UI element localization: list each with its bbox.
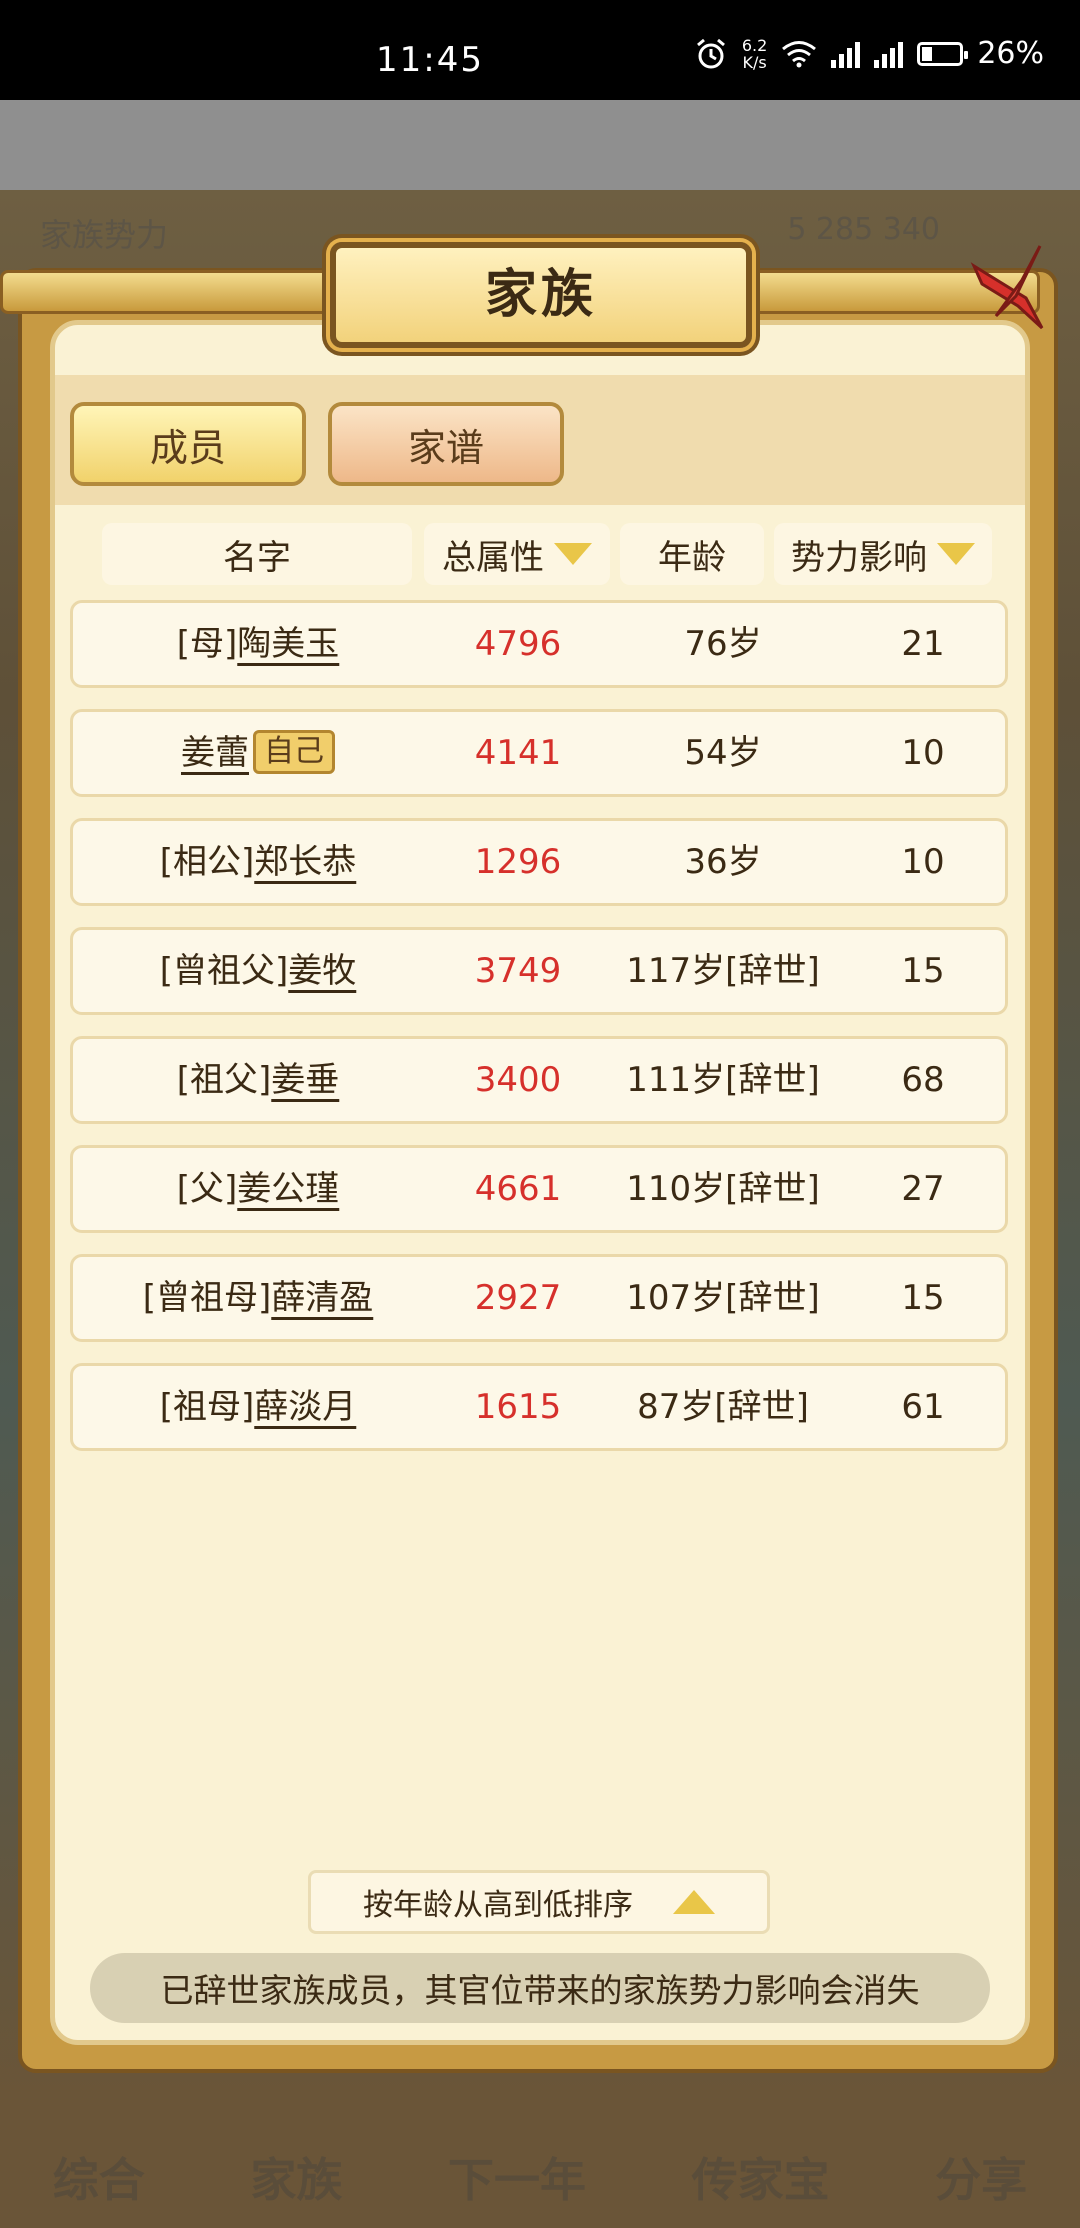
dialog-title-plaque: 家族	[330, 242, 752, 348]
member-attr: 3400	[474, 1060, 562, 1100]
member-name[interactable]: 薛淡月	[254, 1387, 356, 1427]
member-influence: 27	[901, 1169, 945, 1209]
sort-down-icon	[937, 543, 975, 565]
battery-icon	[917, 41, 969, 66]
member-age: 36岁	[684, 842, 762, 882]
member-influence: 15	[901, 951, 945, 991]
member-age: 111岁[辞世]	[626, 1060, 820, 1100]
family-power-label: 家族势力	[40, 216, 169, 254]
table-row[interactable]: [父]姜公瑾 4661 110岁[辞世] 27	[70, 1145, 1008, 1233]
alarm-icon	[696, 38, 725, 68]
member-influence: 15	[901, 1278, 945, 1318]
table-row[interactable]: [祖母]薛淡月 1615 87岁[辞世] 61	[70, 1363, 1008, 1451]
column-header-total-attr[interactable]: 总属性	[424, 523, 610, 585]
dialog-title: 家族	[484, 265, 597, 325]
nav-family: 家族	[250, 2153, 343, 2207]
member-age: 54岁	[684, 733, 762, 773]
frame-rail-left	[0, 270, 340, 314]
column-header-influence[interactable]: 势力影响	[774, 523, 992, 585]
member-attr: 4141	[474, 733, 562, 773]
member-attr: 2927	[474, 1278, 562, 1318]
table-row[interactable]: [母]陶美玉 4796 76岁 21	[70, 600, 1008, 688]
member-influence: 61	[901, 1387, 945, 1427]
member-age: 107岁[辞世]	[626, 1278, 820, 1318]
column-header-name: 名字	[102, 523, 412, 585]
status-icons: 6.2 K/s 26%	[694, 36, 1044, 71]
nav-share: 分享	[935, 2153, 1028, 2207]
member-age: 87岁[辞世]	[637, 1387, 809, 1427]
member-name[interactable]: 姜垂	[271, 1060, 339, 1100]
status-bar: 11:45 6.2 K/s 26%	[0, 0, 1080, 100]
member-influence: 10	[901, 733, 945, 773]
nav-heirloom: 传家宝	[691, 2153, 830, 2207]
deceased-notice: 已辞世家族成员，其官位带来的家族势力影响会消失	[90, 1953, 990, 2023]
member-name[interactable]: 姜公瑾	[237, 1169, 339, 1209]
member-age: 110岁[辞世]	[626, 1169, 820, 1209]
member-name[interactable]: 姜牧	[288, 951, 356, 991]
member-influence: 10	[901, 842, 945, 882]
member-influence: 68	[901, 1060, 945, 1100]
table-row[interactable]: 姜蕾 自己 4141 54岁 10	[70, 709, 1008, 797]
member-name[interactable]: 薛清盈	[271, 1278, 373, 1318]
signal-4g-icon	[874, 40, 904, 68]
bottom-nav: 综合 家族 下一年 传家宝 分享	[0, 2078, 1080, 2228]
close-icon[interactable]	[956, 236, 1056, 336]
member-attr: 4661	[474, 1169, 562, 1209]
table-row[interactable]: [祖父]姜垂 3400 111岁[辞世] 68	[70, 1036, 1008, 1124]
table-row[interactable]: [曾祖父]姜牧 3749 117岁[辞世] 15	[70, 927, 1008, 1015]
member-name[interactable]: 陶美玉	[237, 624, 339, 664]
member-list: [母]陶美玉 4796 76岁 21 姜蕾 自己 4141 54岁 10 [相公]…	[70, 600, 1008, 1472]
battery-percent: 26%	[977, 36, 1044, 71]
status-time: 11:45	[376, 40, 484, 80]
resource-counts: 5 285 340	[787, 212, 940, 247]
column-header-age[interactable]: 年龄	[620, 523, 764, 585]
tab-members[interactable]: 成员	[70, 402, 306, 486]
self-badge: 自己	[253, 729, 335, 774]
nav-general: 综合	[52, 2153, 145, 2207]
member-attr: 1615	[474, 1387, 562, 1427]
tab-genealogy[interactable]: 家谱	[328, 402, 564, 486]
member-attr: 3749	[474, 951, 562, 991]
table-row[interactable]: [曾祖母]薛清盈 2927 107岁[辞世] 15	[70, 1254, 1008, 1342]
sort-order-label: 按年龄从高到低排序	[363, 1888, 633, 1923]
sort-down-icon	[554, 543, 592, 565]
member-attr: 1296	[474, 842, 562, 882]
member-attr: 4796	[474, 624, 562, 664]
member-age: 76岁	[684, 624, 762, 664]
table-row[interactable]: [相公]郑长恭 1296 36岁 10	[70, 818, 1008, 906]
nav-next-year: 下一年	[447, 2153, 586, 2207]
sort-order-button[interactable]: 按年龄从高到低排序	[308, 1870, 770, 1934]
wifi-icon	[782, 40, 817, 67]
member-influence: 21	[901, 624, 945, 664]
net-speed: 6.2 K/s	[741, 35, 768, 72]
member-age: 117岁[辞世]	[626, 951, 820, 991]
sort-up-icon	[673, 1890, 715, 1914]
member-name[interactable]: 郑长恭	[254, 842, 356, 882]
member-name[interactable]: 姜蕾	[181, 733, 249, 773]
signal-4g-icon	[831, 40, 861, 68]
